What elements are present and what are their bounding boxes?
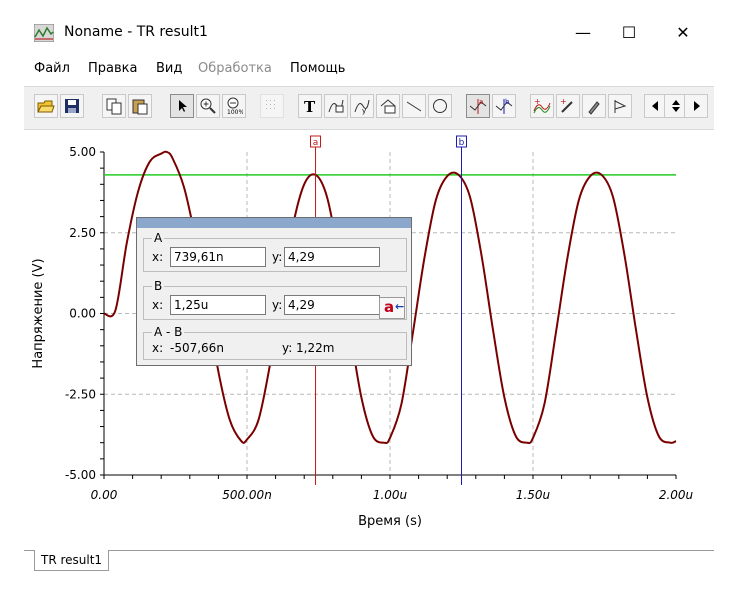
svg-text:y: y [362,107,366,115]
svg-text:+: + [534,97,541,106]
swap-arrow-icon: ← [395,300,405,313]
svg-text:100%: 100% [227,109,243,115]
cursor-diff-y-label: y: [282,341,293,355]
swap-cursor-button[interactable]: a ← [379,297,405,319]
minimize-button[interactable]: — [560,18,606,48]
svg-text:b: b [505,98,510,106]
cursor-a-x-label: x: [152,250,164,264]
y-tick-label: -2.50 [65,387,96,401]
x-axis-label: Время (s) [358,514,422,529]
cursor-diff-x-value: -507,66n [170,341,224,355]
cursor-b-group: B x: 1,25u y: 4,29 [143,279,407,320]
flag-icon[interactable] [608,94,632,118]
status-divider [24,550,714,551]
close-button[interactable]: ✕ [660,18,706,48]
zoom-in-icon[interactable] [196,94,220,118]
title-bar: Noname - TR result1 — ☐ ✕ [24,14,714,52]
panel-title-bar[interactable] [137,218,411,228]
pointer-icon[interactable] [170,94,194,118]
cursor-b-y-field[interactable]: 4,29 [284,295,380,315]
menu-file[interactable]: Файл [34,61,70,76]
cursor-b-x-field[interactable]: 1,25u [170,295,266,315]
save-icon[interactable] [60,94,84,118]
x-tick-label: 1.00u [373,488,408,502]
cursor-a-group: A x: 739,61n y: 4,29 [143,231,407,272]
circle-icon[interactable] [428,94,452,118]
arrow-right-icon[interactable] [684,94,708,118]
y-tick-label: 0.00 [69,307,96,321]
app-icon [34,24,54,42]
cursor-b-label: b [459,138,465,148]
cursor-a-title: A [152,231,165,245]
menu-view[interactable]: Вид [156,61,182,76]
cursor-a-y-label: y: [272,250,283,264]
x-tick-label: 500.00n [222,488,272,502]
text-icon[interactable]: T [298,94,322,118]
menu-bar: Файл Правка Вид Обработка Помощь [24,58,714,80]
open-folder-icon[interactable] [34,94,58,118]
cursor-diff-y-value: 1,22m [296,341,335,355]
y-tick-label: 2.50 [69,226,96,240]
toolbar: 100% T y a b + + [24,86,714,130]
window-title: Noname - TR result1 [64,24,208,40]
menu-edit[interactable]: Правка [88,61,137,76]
cursor-diff-x-label: x: [152,341,164,355]
cursor-b-x-label: x: [152,298,164,312]
curve-label-2-icon[interactable]: y [350,94,374,118]
cursor-a-icon[interactable]: a [466,94,490,118]
copy-icon[interactable] [102,94,126,118]
y-tick-label: 5.00 [69,145,96,159]
cursor-diff-title: A - B [152,325,185,339]
cursor-b-icon[interactable]: b [492,94,516,118]
cursor-a-label: a [313,138,319,148]
cursor-readout-panel[interactable]: A x: 739,61n y: 4,29 B x: 1,25u y: 4,29 … [136,217,412,366]
y-tick-label: -5.00 [65,468,96,482]
result-tab[interactable]: TR result1 [34,550,110,571]
x-tick-label: 1.50u [516,488,551,502]
svg-text:a: a [479,98,483,106]
svg-text:T: T [304,98,316,115]
menu-help[interactable]: Помощь [290,61,345,76]
cursor-a-x-field[interactable]: 739,61n [170,247,266,267]
x-tick-label: 0.00 [91,488,118,502]
swap-cursor-label: a [384,298,395,316]
add-curve-icon[interactable]: + [530,94,554,118]
svg-text:+: + [560,97,567,106]
cursor-b-y-label: y: [272,298,283,312]
status-bar: TR result1 [24,548,714,576]
menu-process[interactable]: Обработка [198,61,272,76]
add-cursor-icon[interactable]: + [556,94,580,118]
cursor-diff-group: A - B x: -507,66n y: 1,22m [143,325,407,360]
grid-icon[interactable] [260,94,284,118]
color-pick-icon[interactable] [582,94,606,118]
maximize-button[interactable]: ☐ [606,18,652,48]
paste-icon[interactable] [128,94,152,118]
label-box-icon[interactable] [376,94,400,118]
y-axis-label: Напряжение (V) [31,258,46,368]
cursor-b-title: B [152,279,165,293]
line-icon[interactable] [402,94,426,118]
cursor-a-y-field[interactable]: 4,29 [284,247,380,267]
x-tick-label: 2.00u [659,488,694,502]
zoom-100-icon[interactable]: 100% [222,94,246,118]
curve-label-icon[interactable] [324,94,348,118]
